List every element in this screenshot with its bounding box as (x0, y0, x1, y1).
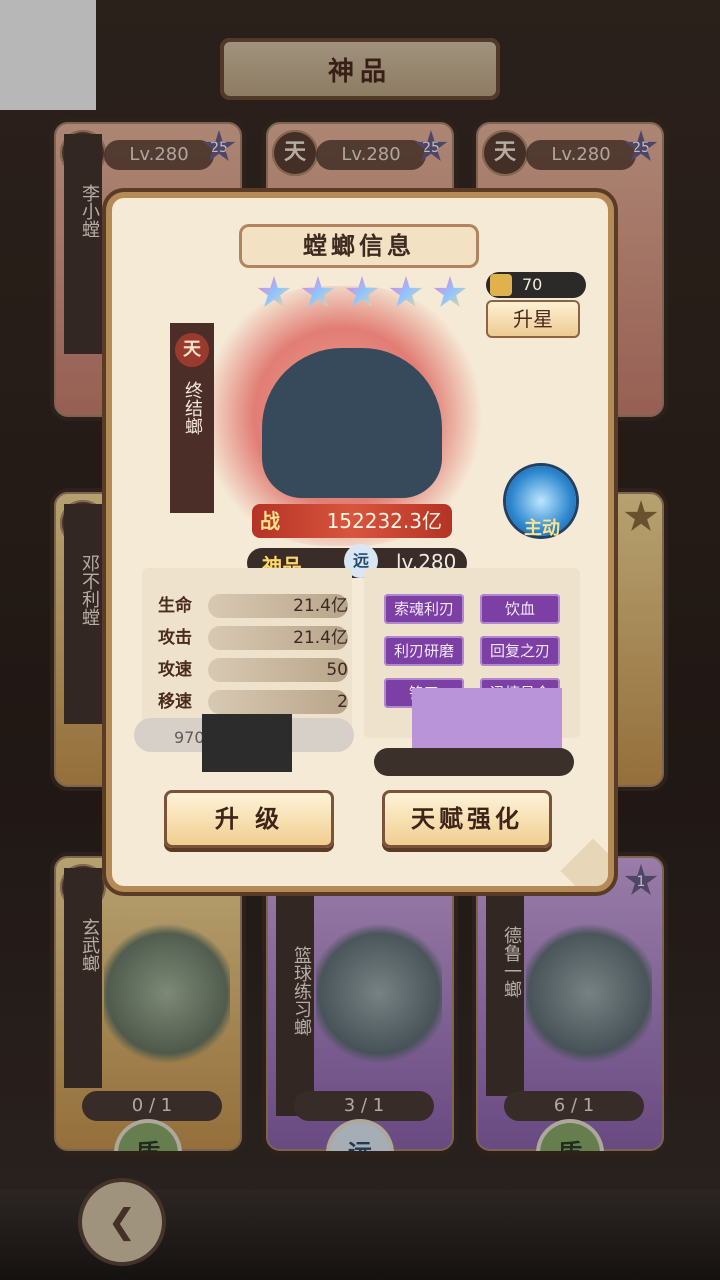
hero-name: 终结螂 (182, 381, 203, 435)
stat-label: 攻击 (158, 628, 192, 648)
star-icon (301, 276, 335, 307)
skill-tag[interactable]: 索魂利刃 (384, 594, 464, 624)
star-rating (257, 276, 467, 310)
hero-grade-tag: 天 终结螂 (170, 323, 214, 513)
stat-row: 生命 21.4亿 (158, 592, 348, 620)
mantis-info-panel: 螳螂信息 70 升星 天 终结螂 战 152232.3亿 主动 神品 远 lv.… (112, 198, 608, 886)
talent-enhance-button[interactable]: 天赋强化 (382, 790, 552, 848)
hero-illustration (262, 348, 442, 498)
star-up-button[interactable]: 升星 (486, 300, 580, 338)
skill-tag[interactable]: 饮血 (480, 594, 560, 624)
stat-bar (208, 690, 348, 714)
panel-title: 螳螂信息 (239, 224, 479, 268)
star-icon (257, 276, 291, 307)
talent-progress-bar (374, 748, 574, 776)
stat-row: 攻击 21.4亿 (158, 624, 348, 652)
stat-row: 攻速 50 (158, 656, 348, 684)
page-curl-decoration (560, 838, 608, 886)
skill-tag[interactable]: 回复之刃 (480, 636, 560, 666)
fragment-icon (490, 274, 512, 296)
stat-label: 生命 (158, 596, 192, 616)
skill-tag[interactable]: 利刃研磨 (384, 636, 464, 666)
power-value: 152232.3亿 (326, 509, 442, 533)
star-icon (433, 276, 467, 307)
stat-row: 移速 2 (158, 688, 348, 716)
stat-value: 2 (337, 692, 348, 712)
grade-badge: 天 (175, 333, 209, 367)
stat-value: 21.4亿 (293, 628, 348, 648)
upgrade-button[interactable]: 升 级 (164, 790, 334, 848)
stats-section: 生命 21.4亿 攻击 21.4亿 攻速 50 移速 2 (142, 568, 352, 738)
power-bar: 战 152232.3亿 (252, 504, 452, 538)
stat-label: 移速 (158, 692, 192, 712)
stat-value: 50 (326, 660, 348, 680)
star-icon (389, 276, 423, 307)
star-icon (345, 276, 379, 307)
power-label: 战 (260, 509, 280, 533)
pixelated-region (202, 714, 292, 772)
fragment-value: 70 (522, 275, 543, 294)
fragment-counter: 70 (486, 272, 586, 298)
active-skill-label: 主动 (524, 518, 560, 539)
stat-value: 21.4亿 (293, 596, 348, 616)
stat-label: 攻速 (158, 660, 192, 680)
